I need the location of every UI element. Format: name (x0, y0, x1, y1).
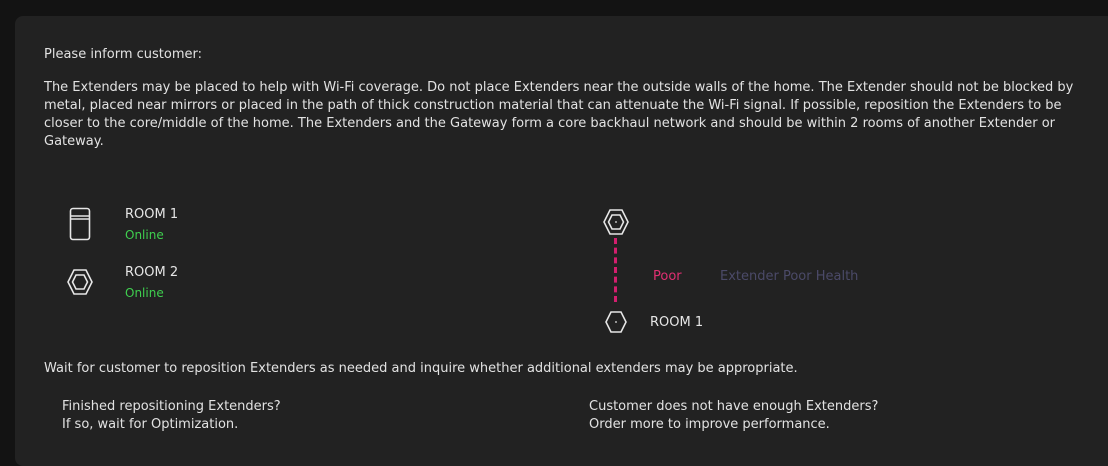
poor-connection-line (614, 238, 617, 302)
gateway-icon (69, 207, 91, 241)
placement-guidance-paragraph: The Extenders may be placed to help with… (44, 80, 1074, 149)
device-room-2: ROOM 2 (125, 265, 179, 280)
device-status-1: Online (125, 228, 164, 242)
device-status-2: Online (125, 286, 164, 300)
extender-node-icon (603, 209, 629, 235)
order-more-extenders-action[interactable]: Customer does not have enough Extenders?… (589, 398, 878, 434)
room-node-icon (605, 311, 627, 333)
connection-quality-label: Poor (653, 269, 682, 284)
device-room-1: ROOM 1 (125, 207, 179, 222)
not-enough-line2: Order more to improve performance. (589, 417, 830, 432)
finished-repositioning-action[interactable]: Finished repositioning Extenders? If so,… (62, 398, 281, 434)
not-enough-line1: Customer does not have enough Extenders? (589, 399, 879, 414)
target-room-label: ROOM 1 (650, 315, 704, 330)
finished-line2: If so, wait for Optimization. (62, 417, 239, 432)
extender-hexagon-icon (67, 269, 93, 295)
finished-line1: Finished repositioning Extenders? (62, 399, 281, 414)
intro-heading: Please inform customer: (44, 47, 202, 62)
wait-instructions: Wait for customer to reposition Extender… (44, 361, 798, 376)
extender-health-text: Extender Poor Health (720, 269, 859, 284)
